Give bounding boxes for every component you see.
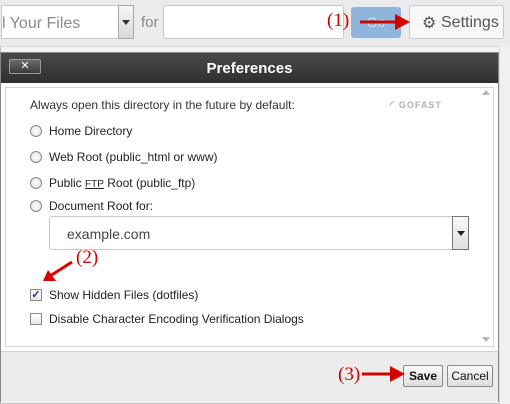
annotation-arrow-1 — [360, 14, 410, 30]
annotation-arrow-3 — [362, 366, 405, 382]
annotation-arrow-2 — [43, 260, 73, 281]
annotation-arrows — [43, 14, 410, 382]
